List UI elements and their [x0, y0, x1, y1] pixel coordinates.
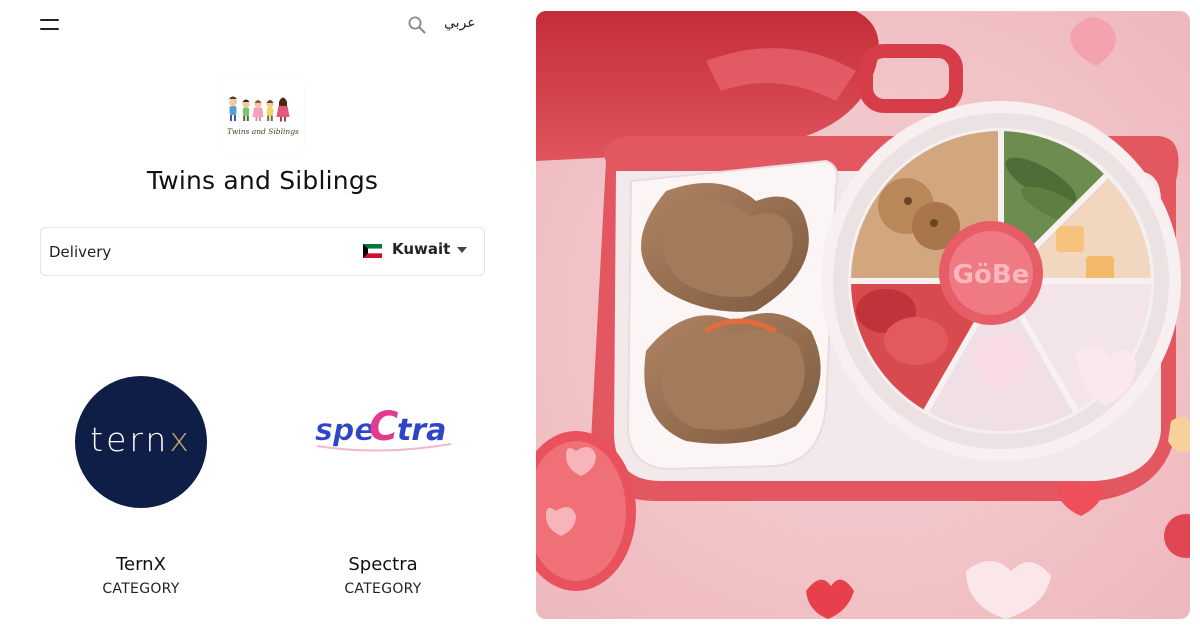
- store-logo: Twins and Siblings: [222, 74, 304, 156]
- language-switch-link[interactable]: عربي: [444, 15, 476, 31]
- kids-illustration-icon: [229, 96, 290, 122]
- store-title: Twins and Siblings: [146, 166, 379, 195]
- spectra-logo: spe C tra: [315, 404, 452, 452]
- svg-text:tra: tra: [397, 413, 446, 448]
- category-name: Spectra: [348, 554, 418, 575]
- delivery-country-selector[interactable]: Delivery Kuwait: [40, 227, 485, 276]
- caret-down-icon[interactable]: [457, 247, 467, 253]
- category-name: TernX: [116, 554, 166, 575]
- ternx-logo: ternx: [75, 376, 207, 508]
- category-card-spectra[interactable]: spe C tra Spectra CATEGORY: [283, 370, 483, 610]
- kuwait-flag-icon: [363, 244, 382, 258]
- delivery-mode-label: Delivery: [49, 243, 112, 261]
- hamburger-menu-icon[interactable]: [40, 16, 60, 34]
- category-type-label: CATEGORY: [344, 581, 422, 597]
- logo-caption: Twins and Siblings: [227, 127, 299, 136]
- lunchbox-photo: GöBe: [536, 11, 1190, 619]
- svg-text:C: C: [369, 404, 398, 450]
- category-type-label: CATEGORY: [102, 581, 180, 597]
- left-panel: عربي Twins and Siblings Twins and Siblin…: [0, 0, 525, 630]
- hero-banner-image: GöBe: [536, 11, 1190, 619]
- search-icon[interactable]: [407, 15, 427, 35]
- selected-country: Kuwait: [392, 240, 451, 258]
- svg-text:spe: spe: [315, 413, 375, 448]
- category-card-ternx[interactable]: ternx TernX CATEGORY: [41, 370, 241, 610]
- svg-text:GöBe: GöBe: [953, 260, 1030, 290]
